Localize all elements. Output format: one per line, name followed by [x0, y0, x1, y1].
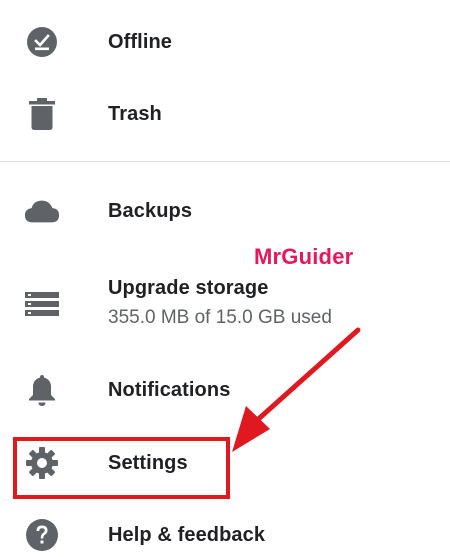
menu-item-upgrade-storage[interactable]: Upgrade storage 355.0 MB of 15.0 GB used: [0, 272, 450, 332]
drive-navigation-drawer: Offline Trash Backups MrGuider Upgrade s…: [0, 0, 450, 557]
menu-item-label: Help & feedback: [108, 524, 266, 546]
menu-item-notifications[interactable]: Notifications: [0, 360, 450, 420]
help-icon: [24, 517, 60, 553]
trash-icon: [24, 96, 60, 132]
settings-highlight-box: [13, 437, 230, 499]
storage-icon: [24, 286, 60, 322]
menu-item-label: Upgrade storage: [108, 277, 269, 299]
menu-item-label: Trash: [108, 103, 162, 125]
menu-item-label: Backups: [108, 200, 193, 222]
offline-check-icon: [24, 24, 60, 60]
menu-item-help-feedback[interactable]: Help & feedback: [0, 505, 450, 557]
menu-item-trash[interactable]: Trash: [0, 84, 450, 144]
menu-item-offline[interactable]: Offline: [0, 12, 450, 72]
cloud-icon: [24, 193, 60, 229]
divider: [0, 161, 450, 162]
storage-usage-text: 355.0 MB of 15.0 GB used: [108, 307, 332, 328]
menu-item-label: Offline: [108, 31, 173, 53]
menu-item-label: Notifications: [108, 379, 231, 401]
watermark: MrGuider: [254, 244, 354, 269]
bell-icon: [24, 372, 60, 408]
menu-item-backups[interactable]: Backups: [0, 181, 450, 241]
